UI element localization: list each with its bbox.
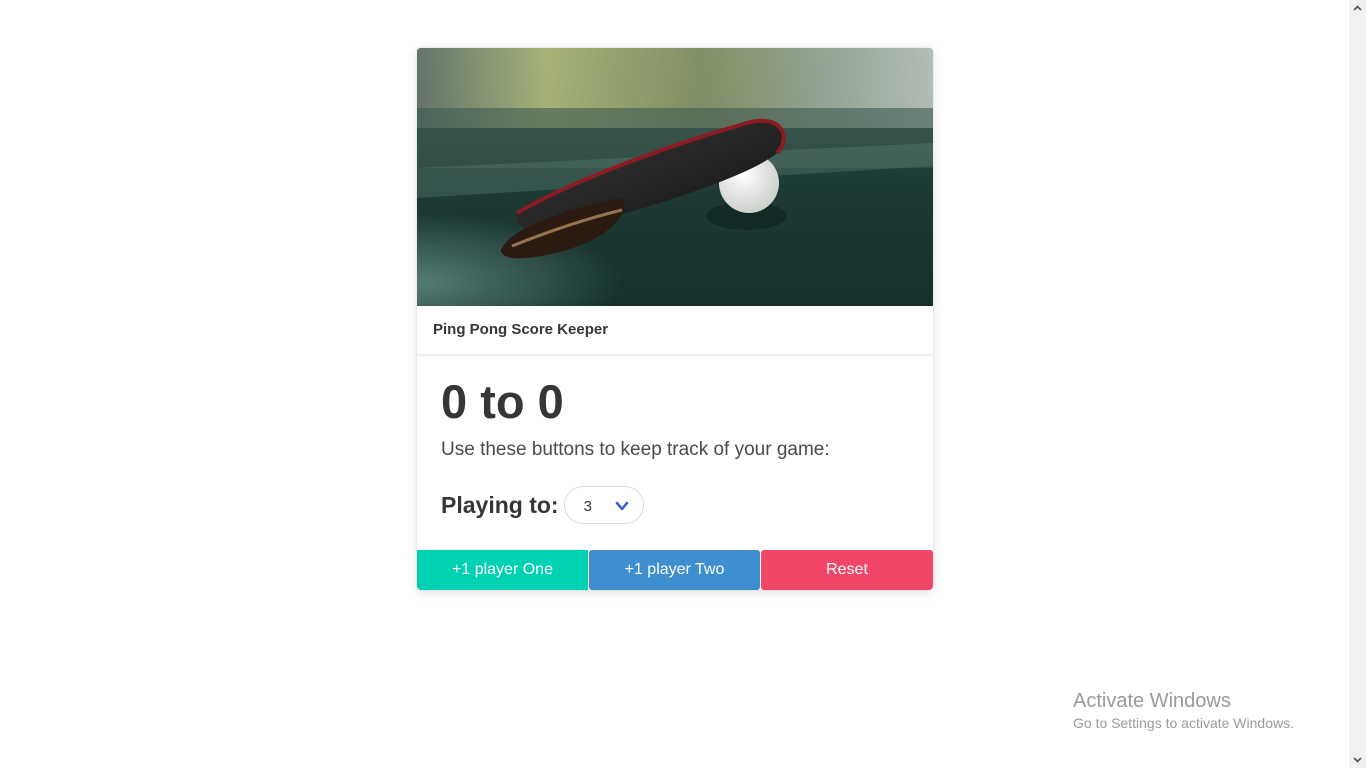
plus-one-player-one-button[interactable]: +1 player One (417, 550, 588, 590)
instruction-text: Use these buttons to keep track of your … (441, 439, 830, 460)
activate-windows-watermark: Activate Windows Go to Settings to activ… (1073, 689, 1294, 733)
playing-to-select[interactable]: 3 (563, 486, 644, 524)
vertical-scrollbar[interactable] (1349, 0, 1366, 768)
plus-one-player-two-button[interactable]: +1 player Two (589, 550, 760, 590)
button-row: +1 player One +1 player Two Reset (417, 550, 933, 590)
reset-button[interactable]: Reset (761, 550, 933, 590)
card-image (417, 48, 933, 306)
scroll-down-arrow-icon[interactable] (1353, 755, 1362, 764)
score-display: 0 to 0 (441, 375, 564, 428)
page: Ping Pong Score Keeper 0 to 0 Use these … (0, 0, 1366, 768)
score-keeper-card: Ping Pong Score Keeper 0 to 0 Use these … (417, 48, 933, 590)
playing-to-row: Playing to: 3 (441, 485, 644, 525)
activate-windows-title: Activate Windows (1073, 690, 1231, 712)
card-title: Ping Pong Score Keeper (433, 321, 609, 338)
playing-to-selected-value: 3 (583, 498, 592, 515)
chevron-down-icon (615, 501, 628, 511)
scroll-up-arrow-icon[interactable] (1353, 4, 1362, 13)
playing-to-label: Playing to: (441, 491, 559, 518)
card-header: Ping Pong Score Keeper (417, 306, 933, 354)
activate-windows-subtitle: Go to Settings to activate Windows. (1073, 715, 1294, 731)
